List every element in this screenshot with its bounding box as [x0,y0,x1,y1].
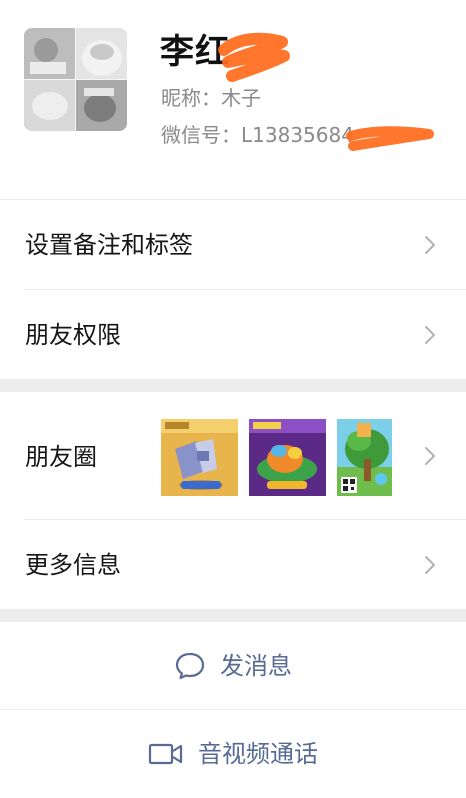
video-call-label: 音视频通话 [198,740,318,768]
row-more-info[interactable]: 更多信息 [0,520,466,609]
moments-thumbnails [161,419,392,496]
section-gap [0,379,466,392]
row-friend-permissions[interactable]: 朋友权限 [0,290,466,379]
contact-name: 李红 [160,32,230,72]
chevron-right-icon [425,326,435,344]
moments-thumbnail [161,419,238,496]
more-info-label: 更多信息 [25,551,121,579]
friend-permissions-label: 朋友权限 [25,321,121,349]
moments-thumbnail [249,419,326,496]
moments-label: 朋友圈 [25,443,97,471]
moments-thumbnail [337,419,392,496]
avatar[interactable] [24,28,127,131]
row-remark-and-tags[interactable]: 设置备注和标签 [0,200,466,290]
wechat-id-text: 微信号：L13835684 [161,123,354,147]
video-call-button[interactable]: 音视频通话 [0,710,466,798]
video-camera-icon [148,743,183,765]
send-message-button[interactable]: 发消息 [0,622,466,710]
chat-bubble-icon [175,652,205,680]
send-message-label: 发消息 [220,652,292,680]
profile-header: 李红 昵称：木子 微信号：L13835684 [0,0,466,200]
chevron-right-icon [425,447,435,465]
remark-and-tags-label: 设置备注和标签 [25,231,193,259]
section-gap [0,609,466,622]
chevron-right-icon [425,236,435,254]
wechat-id-redaction-scribble [346,126,434,151]
row-moments[interactable]: 朋友圈 [0,392,466,520]
chevron-right-icon [425,556,435,574]
nickname-text: 昵称：木子 [161,86,261,110]
